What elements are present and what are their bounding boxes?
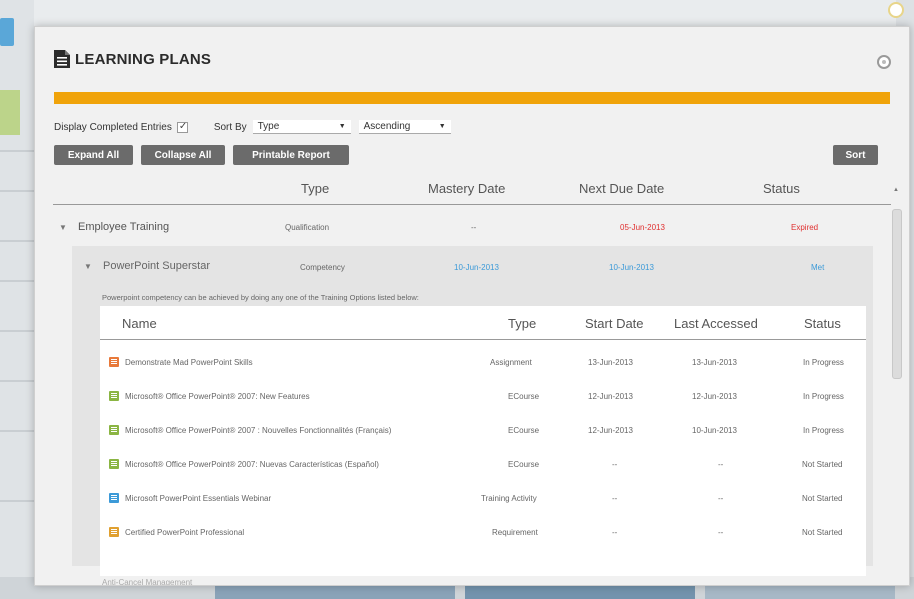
option-start-date: -- — [612, 460, 618, 469]
option-last-accessed: 12-Jun-2013 — [692, 392, 737, 401]
option-last-accessed: 10-Jun-2013 — [692, 426, 737, 435]
plan-name: Employee Training — [77, 221, 170, 233]
ecourse-icon — [109, 459, 119, 469]
option-last-accessed: -- — [718, 494, 724, 503]
option-status: Not Started — [802, 460, 843, 469]
competency-type: Competency — [300, 263, 345, 272]
option-name[interactable]: Microsoft® Office PowerPoint® 2007: New … — [125, 392, 310, 401]
sort-field-select[interactable]: Type ▼ — [252, 120, 351, 134]
option-name[interactable]: Microsoft® Office PowerPoint® 2007: Nuev… — [125, 460, 379, 469]
option-type: ECourse — [508, 460, 540, 469]
display-completed-checkbox[interactable] — [176, 121, 188, 133]
table-row[interactable]: Microsoft® Office PowerPoint® 2007 : Nou… — [100, 414, 866, 448]
plan-next-due-date: 05-Jun-2013 — [620, 223, 665, 232]
sort-controls: Display Completed Entries Sort By Type ▼… — [54, 120, 451, 134]
column-header-start-date[interactable]: Start Date — [585, 316, 644, 331]
scroll-thumb[interactable] — [892, 209, 902, 379]
plan-mastery-date: -- — [471, 223, 477, 232]
next-competency-row[interactable]: Anti-Cancel Management — [72, 578, 873, 586]
plan-type: Qualification — [285, 223, 330, 232]
table-row[interactable]: Microsoft® Office PowerPoint® 2007: New … — [100, 380, 866, 414]
sort-order-value: Ascending — [363, 121, 411, 132]
plan-status: Expired — [791, 223, 819, 232]
assignment-icon — [109, 357, 119, 367]
sort-order-select[interactable]: Ascending ▼ — [358, 120, 451, 134]
option-name[interactable]: Certified PowerPoint Professional — [125, 528, 244, 537]
ecourse-icon — [109, 425, 119, 435]
webinar-icon — [109, 493, 119, 503]
option-type: ECourse — [508, 392, 540, 401]
option-last-accessed: -- — [718, 460, 724, 469]
competency-status: Met — [811, 263, 825, 272]
option-type: ECourse — [508, 426, 540, 435]
option-start-date: 13-Jun-2013 — [588, 358, 633, 367]
expand-all-button[interactable]: Expand All — [54, 145, 133, 165]
column-header-option-status[interactable]: Status — [804, 316, 841, 331]
option-status: Not Started — [802, 528, 843, 537]
background-accent — [0, 18, 14, 46]
background-panel — [0, 90, 20, 135]
dropdown-arrow-icon: ▼ — [438, 123, 446, 130]
sort-field-value: Type — [257, 121, 280, 132]
collapse-caret-icon[interactable]: ▼ — [84, 262, 92, 271]
option-status: In Progress — [803, 358, 844, 367]
option-name[interactable]: Microsoft® Office PowerPoint® 2007 : Nou… — [125, 426, 391, 435]
competency-note: Powerpoint competency can be achieved by… — [102, 293, 419, 302]
option-start-date: -- — [612, 494, 618, 503]
competency-next-due-date: 10-Jun-2013 — [609, 263, 654, 272]
option-name[interactable]: Microsoft PowerPoint Essentials Webinar — [125, 494, 271, 503]
sort-button[interactable]: Sort — [833, 145, 878, 165]
option-type: Training Activity — [481, 494, 537, 503]
progress-bar — [54, 92, 890, 104]
dropdown-arrow-icon: ▼ — [338, 123, 346, 130]
competency-mastery-date: 10-Jun-2013 — [454, 263, 499, 272]
vertical-scrollbar[interactable]: ▲ ▼ — [892, 187, 902, 585]
option-status: In Progress — [803, 426, 844, 435]
close-icon[interactable] — [877, 55, 891, 69]
ecourse-icon — [109, 391, 119, 401]
printable-report-button[interactable]: Printable Report — [233, 145, 349, 165]
table-row[interactable]: Microsoft® Office PowerPoint® 2007: Nuev… — [100, 448, 866, 482]
option-start-date: 12-Jun-2013 — [588, 392, 633, 401]
options-header-divider — [100, 339, 866, 340]
option-start-date: 12-Jun-2013 — [588, 426, 633, 435]
column-header-type[interactable]: Type — [301, 181, 329, 196]
option-status: Not Started — [802, 494, 843, 503]
collapse-caret-icon[interactable]: ▼ — [59, 223, 67, 232]
plan-row[interactable]: ▼ Employee Training Qualification -- 05-… — [53, 211, 891, 243]
requirement-icon — [109, 527, 119, 537]
learning-plans-dialog: LEARNING PLANS Display Completed Entries… — [34, 26, 910, 586]
competency-row[interactable]: ▼ PowerPoint Superstar Competency 10-Jun… — [84, 260, 864, 280]
option-type: Assignment — [490, 358, 532, 367]
dialog-title-text: LEARNING PLANS — [75, 50, 212, 68]
display-completed-label: Display Completed Entries — [54, 121, 172, 133]
table-row[interactable]: Microsoft PowerPoint Essentials Webinar … — [100, 482, 866, 516]
competency-name: PowerPoint Superstar — [102, 260, 210, 272]
training-options-table: Name Type Start Date Last Accessed Statu… — [100, 306, 866, 576]
option-start-date: -- — [612, 528, 618, 537]
option-status: In Progress — [803, 392, 844, 401]
scroll-up-icon[interactable]: ▲ — [893, 187, 899, 193]
dialog-title: LEARNING PLANS — [53, 49, 211, 69]
next-competency-name: Anti-Cancel Management — [102, 578, 193, 586]
column-header-status[interactable]: Status — [763, 181, 800, 196]
background-badge-icon — [888, 2, 904, 18]
table-row[interactable]: Certified PowerPoint Professional Requir… — [100, 516, 866, 550]
column-header-next-due-date[interactable]: Next Due Date — [579, 181, 664, 196]
header-divider — [53, 204, 891, 205]
option-type: Requirement — [492, 528, 538, 537]
sort-by-label: Sort By — [213, 121, 247, 133]
column-header-last-accessed[interactable]: Last Accessed — [674, 316, 758, 331]
option-name[interactable]: Demonstrate Mad PowerPoint Skills — [125, 358, 253, 367]
option-last-accessed: -- — [718, 528, 724, 537]
document-icon — [54, 50, 70, 68]
option-last-accessed: 13-Jun-2013 — [692, 358, 737, 367]
column-header-mastery-date[interactable]: Mastery Date — [428, 181, 505, 196]
column-header-name[interactable]: Name — [122, 316, 157, 331]
column-header-option-type[interactable]: Type — [508, 316, 536, 331]
collapse-all-button[interactable]: Collapse All — [141, 145, 225, 165]
table-row[interactable]: Demonstrate Mad PowerPoint Skills Assign… — [100, 346, 866, 380]
